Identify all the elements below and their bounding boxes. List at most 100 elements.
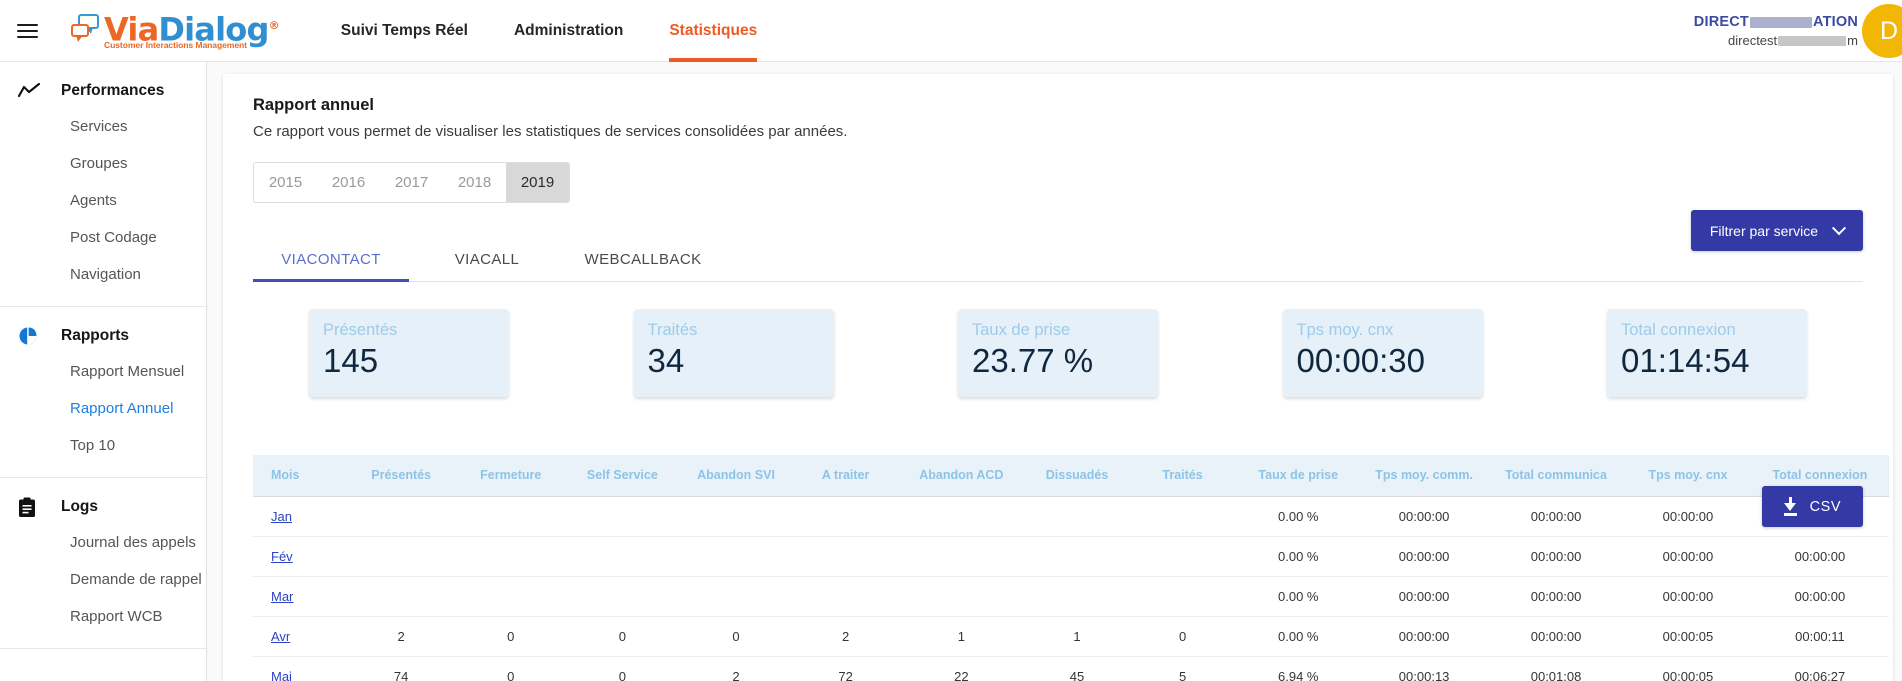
- cell-tps-moy-cnx: 00:00:00: [1625, 536, 1751, 577]
- year-button-2019[interactable]: 2019: [506, 163, 569, 202]
- tab-viacall[interactable]: VIACALL: [409, 237, 565, 281]
- sidebar-group-performances: Performances Services Groupes Agents Pos…: [0, 62, 206, 307]
- column-header-abandon-svi[interactable]: Abandon SVI: [679, 455, 793, 496]
- cell-fermeture: [455, 576, 566, 617]
- cell-a-traiter: [792, 576, 899, 617]
- column-header-traites[interactable]: Traités: [1130, 455, 1236, 496]
- logo-tagline: Customer Interactions Management: [104, 39, 247, 50]
- avatar[interactable]: D: [1862, 4, 1902, 58]
- sidebar-item-services[interactable]: Services: [0, 108, 206, 145]
- cell-total-communica: 00:01:08: [1487, 656, 1626, 681]
- year-selector: 2015 2016 2017 2018 2019: [253, 162, 570, 203]
- sidebar-group-rapports: Rapports Rapport Mensuel Rapport Annuel …: [0, 307, 206, 478]
- cell-a-traiter: 72: [792, 656, 899, 681]
- cell-traites: [1129, 495, 1236, 537]
- sidebar-header-performances[interactable]: Performances: [0, 74, 206, 108]
- clipboard-icon: [18, 497, 48, 518]
- cell-fermeture: [455, 536, 566, 577]
- column-header-tps-moy-cnx[interactable]: Tps moy. cnx: [1625, 455, 1751, 496]
- sidebar-header-rapports[interactable]: Rapports: [0, 319, 206, 353]
- annual-report-table: Mois Présentés Fermeture Self Service Ab…: [253, 455, 1889, 681]
- cell-tps-moy-comm: 00:00:00: [1361, 536, 1488, 577]
- cell-self-service: [565, 536, 680, 577]
- sidebar-item-journal-des-appels[interactable]: Journal des appels: [0, 524, 206, 561]
- download-icon: [1783, 497, 1797, 516]
- month-link-fev[interactable]: Fév: [271, 549, 293, 564]
- cell-self-service: [565, 576, 680, 617]
- year-button-2016[interactable]: 2016: [317, 163, 380, 202]
- year-button-2018[interactable]: 2018: [443, 163, 506, 202]
- viadialog-logo[interactable]: ViaDialog® Customer Interactions Managem…: [71, 11, 280, 50]
- logo-registered-mark: ®: [268, 19, 280, 33]
- export-csv-button[interactable]: CSV: [1761, 486, 1863, 527]
- cell-total-communica: 00:00:00: [1487, 536, 1626, 577]
- month-link-mai[interactable]: Mai: [271, 669, 292, 681]
- main-navigation: Suivi Temps Réel Administration Statisti…: [341, 0, 803, 62]
- sidebar-item-agents[interactable]: Agents: [0, 182, 206, 219]
- sidebar-header-label: Logs: [61, 498, 99, 515]
- cell-month: Fév: [253, 536, 347, 577]
- tab-viacontact[interactable]: VIACONTACT: [253, 237, 409, 282]
- column-header-abandon-acd[interactable]: Abandon ACD: [898, 455, 1024, 496]
- cell-presentes: [346, 576, 456, 617]
- column-header-tps-moy-comm[interactable]: Tps moy. comm.: [1361, 455, 1487, 496]
- cell-dissuades: [1024, 495, 1130, 537]
- sidebar-item-navigation[interactable]: Navigation: [0, 256, 206, 293]
- cell-traites: 5: [1129, 656, 1236, 681]
- column-header-total-communica[interactable]: Total communica: [1487, 455, 1625, 496]
- csv-button-label: CSV: [1809, 498, 1841, 515]
- sidebar-item-post-codage[interactable]: Post Codage: [0, 219, 206, 256]
- sidebar-header-label: Rapports: [61, 327, 130, 344]
- cell-tps-moy-comm: 00:00:00: [1361, 576, 1488, 617]
- filter-button-label: Filtrer par service: [1709, 222, 1818, 239]
- sidebar-item-groupes[interactable]: Groupes: [0, 145, 206, 182]
- cell-abandon-svi: 0: [679, 616, 793, 657]
- stat-label: Taux de prise: [972, 321, 1071, 339]
- cell-dissuades: 45: [1024, 656, 1130, 681]
- sidebar-header-label: Performances: [61, 82, 165, 99]
- sidebar-item-top-10[interactable]: Top 10: [0, 427, 206, 464]
- sidebar: Performances Services Groupes Agents Pos…: [0, 62, 207, 681]
- column-header-mois[interactable]: Mois: [253, 455, 346, 496]
- nav-item-suivi-temps-reel[interactable]: Suivi Temps Réel: [341, 0, 468, 62]
- stat-value: 00:00:30: [1296, 342, 1425, 379]
- column-header-fermeture[interactable]: Fermeture: [456, 455, 566, 496]
- user-account-block[interactable]: DIRECT ATION directest m D: [1694, 0, 1902, 62]
- cell-abandon-acd: [898, 495, 1025, 537]
- cell-abandon-acd: 22: [898, 656, 1025, 681]
- sidebar-item-rapport-annuel[interactable]: Rapport Annuel: [0, 390, 206, 427]
- cell-dissuades: [1024, 536, 1130, 577]
- column-header-dissuades[interactable]: Dissuadés: [1024, 455, 1130, 496]
- month-link-avr[interactable]: Avr: [271, 629, 290, 644]
- cell-presentes: [346, 495, 456, 537]
- user-name: DIRECT ATION: [1694, 14, 1858, 30]
- stat-label: Tps moy. cnx: [1296, 321, 1394, 339]
- cell-dissuades: [1024, 576, 1130, 617]
- year-button-2015[interactable]: 2015: [254, 163, 317, 202]
- month-link-mar[interactable]: Mar: [271, 589, 293, 604]
- cell-total-communica: 00:00:00: [1487, 616, 1626, 657]
- column-header-a-traiter[interactable]: A traiter: [793, 455, 899, 496]
- user-email-suffix: m: [1847, 33, 1858, 48]
- cell-tps-moy-cnx: 00:00:05: [1625, 616, 1751, 657]
- hamburger-menu-icon[interactable]: [17, 18, 43, 44]
- sidebar-item-rapport-mensuel[interactable]: Rapport Mensuel: [0, 353, 206, 390]
- summary-stats: Présentés 145 Traités 34 Taux de prise 2…: [253, 309, 1863, 397]
- column-header-self-service[interactable]: Self Service: [566, 455, 680, 496]
- sidebar-header-logs[interactable]: Logs: [0, 490, 206, 524]
- nav-item-statistiques[interactable]: Statistiques: [669, 0, 757, 62]
- column-header-taux-de-prise[interactable]: Taux de prise: [1235, 455, 1361, 496]
- cell-tps-moy-cnx: 00:00:05: [1625, 656, 1751, 681]
- sidebar-group-logs: Logs Journal des appels Demande de rappe…: [0, 478, 206, 649]
- tab-webcallback[interactable]: WEBCALLBACK: [565, 237, 721, 281]
- sidebar-item-demande-de-rappel[interactable]: Demande de rappel: [0, 561, 206, 598]
- filter-by-service-button[interactable]: Filtrer par service: [1690, 210, 1863, 251]
- sidebar-item-rapport-wcb[interactable]: Rapport WCB: [0, 598, 206, 635]
- cell-month: Mar: [253, 576, 347, 617]
- nav-item-administration[interactable]: Administration: [514, 0, 623, 62]
- year-button-2017[interactable]: 2017: [380, 163, 443, 202]
- annual-report-table-wrapper: Mois Présentés Fermeture Self Service Ab…: [253, 455, 1889, 681]
- column-header-presentes[interactable]: Présentés: [346, 455, 456, 496]
- cell-total-connexion: 00:06:27: [1750, 656, 1889, 681]
- month-link-jan[interactable]: Jan: [271, 509, 292, 524]
